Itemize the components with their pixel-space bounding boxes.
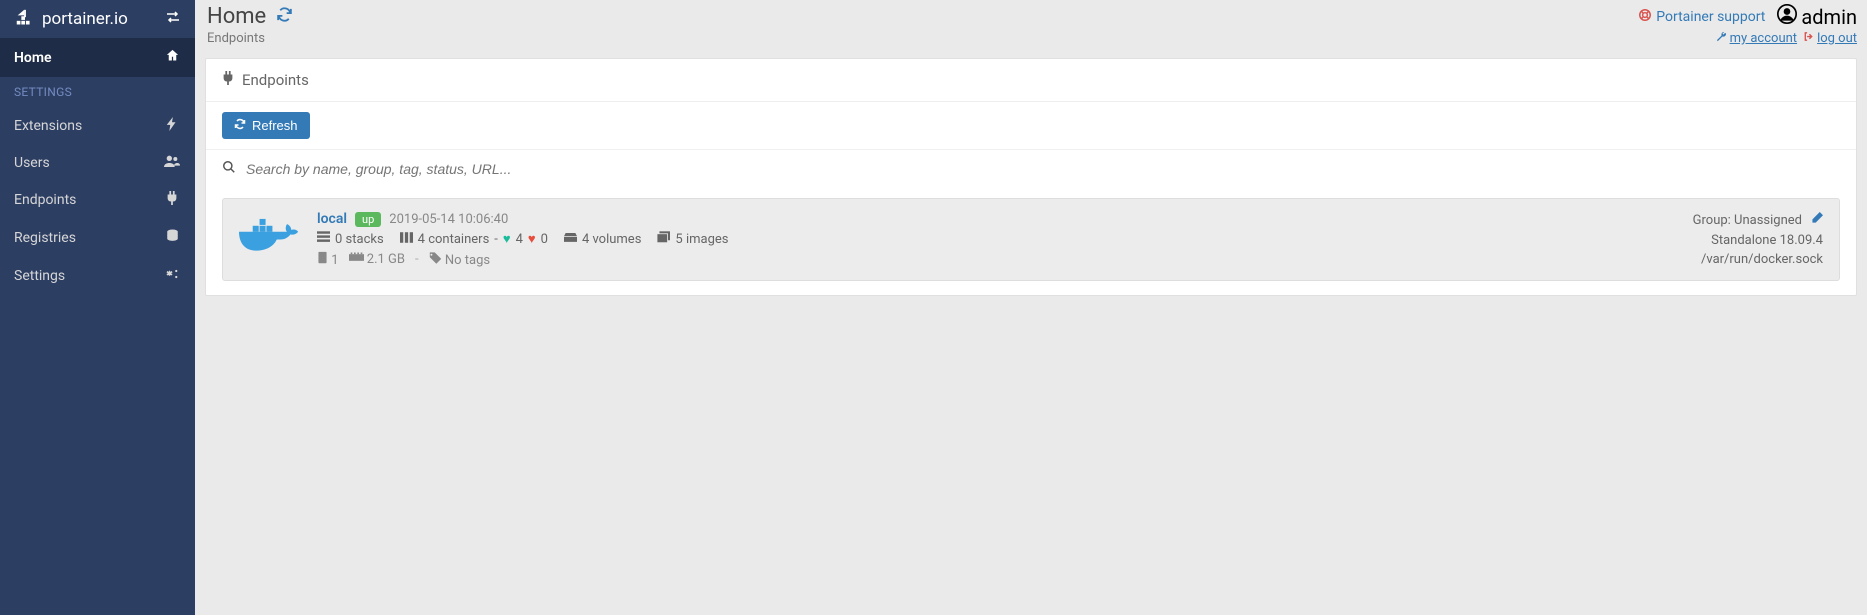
nav-users-label: Users bbox=[14, 155, 50, 171]
endpoint-card[interactable]: local up 2019-05-14 10:06:40 0 stacks 4 … bbox=[222, 198, 1840, 281]
brand-text: portainer.io bbox=[42, 9, 128, 29]
heartbeat-unhealthy-icon: ♥ bbox=[528, 231, 536, 247]
logout-link[interactable]: log out bbox=[1803, 31, 1857, 46]
search-input[interactable] bbox=[246, 161, 1840, 177]
search-icon bbox=[222, 160, 236, 178]
endpoints-panel: Endpoints Refresh local up bbox=[205, 58, 1857, 296]
stacks-icon bbox=[317, 231, 330, 247]
edit-endpoint-icon[interactable] bbox=[1810, 212, 1823, 229]
endpoint-timestamp: 2019-05-14 10:06:40 bbox=[389, 212, 508, 227]
my-account-link[interactable]: my account bbox=[1716, 31, 1797, 46]
images-icon bbox=[657, 231, 670, 247]
stat-tags: No tags bbox=[429, 252, 490, 268]
page-header: Home Endpoints Portainer support admin bbox=[205, 0, 1867, 52]
plug-icon bbox=[163, 191, 181, 209]
nav-home[interactable]: Home bbox=[0, 38, 195, 77]
nav-endpoints-label: Endpoints bbox=[14, 192, 76, 208]
plug-icon bbox=[222, 71, 234, 89]
portainer-icon bbox=[14, 8, 36, 30]
database-icon bbox=[163, 229, 181, 247]
bolt-icon bbox=[163, 117, 181, 135]
user-circle-icon bbox=[1777, 4, 1797, 29]
nav-registries-label: Registries bbox=[14, 230, 76, 246]
nav-registries[interactable]: Registries bbox=[0, 219, 195, 257]
nav-endpoints[interactable]: Endpoints bbox=[0, 181, 195, 219]
tags-icon bbox=[429, 253, 442, 268]
containers-icon bbox=[400, 232, 413, 247]
cpu-icon bbox=[317, 253, 328, 268]
nav-users[interactable]: Users bbox=[0, 145, 195, 181]
portainer-support-link[interactable]: Portainer support bbox=[1638, 8, 1765, 26]
nav-home-label: Home bbox=[14, 50, 52, 66]
endpoint-group: Group: Unassigned bbox=[1693, 213, 1802, 228]
nav-extensions-label: Extensions bbox=[14, 118, 82, 134]
stat-containers: 4 containers - ♥ 4 ♥ 0 bbox=[400, 231, 548, 247]
stat-cpu: 1 bbox=[317, 251, 339, 268]
cogs-icon bbox=[163, 267, 181, 285]
endpoint-name: local bbox=[317, 211, 347, 227]
wrench-icon bbox=[1716, 31, 1727, 46]
docker-logo bbox=[239, 216, 299, 264]
nav-settings-label: Settings bbox=[14, 268, 65, 284]
volumes-icon bbox=[564, 231, 577, 247]
lifebuoy-icon bbox=[1638, 8, 1652, 26]
username: admin bbox=[1801, 5, 1857, 29]
search-row bbox=[206, 149, 1856, 188]
stat-stacks: 0 stacks bbox=[317, 231, 384, 247]
breadcrumb: Endpoints bbox=[207, 31, 293, 46]
heartbeat-healthy-icon: ♥ bbox=[503, 231, 511, 247]
main-content: Home Endpoints Portainer support admin bbox=[195, 0, 1867, 615]
endpoint-socket: /var/run/docker.sock bbox=[1693, 252, 1823, 267]
endpoint-status-badge: up bbox=[355, 212, 381, 227]
nav-settings[interactable]: Settings bbox=[0, 257, 195, 295]
nav-section-settings: SETTINGS bbox=[0, 77, 195, 107]
page-refresh-icon[interactable] bbox=[276, 6, 293, 28]
sidebar-header: portainer.io bbox=[0, 0, 195, 38]
nav-extensions[interactable]: Extensions bbox=[0, 107, 195, 145]
page-title: Home bbox=[207, 4, 293, 29]
refresh-icon bbox=[234, 118, 246, 133]
users-icon bbox=[163, 155, 181, 171]
brand-logo[interactable]: portainer.io bbox=[14, 8, 128, 30]
signout-icon bbox=[1803, 31, 1814, 46]
collapse-sidebar-icon[interactable] bbox=[165, 10, 181, 28]
stat-ram: 2.1 GB bbox=[349, 252, 405, 267]
home-icon bbox=[163, 48, 181, 67]
endpoint-version: Standalone 18.09.4 bbox=[1693, 233, 1823, 248]
panel-title: Endpoints bbox=[206, 59, 1856, 102]
sidebar: portainer.io Home SETTINGS Extensions Us… bbox=[0, 0, 195, 615]
stat-images: 5 images bbox=[657, 231, 728, 247]
refresh-button[interactable]: Refresh bbox=[222, 112, 310, 139]
memory-icon bbox=[349, 252, 364, 267]
stat-volumes: 4 volumes bbox=[564, 231, 641, 247]
user-badge: admin bbox=[1777, 4, 1857, 29]
